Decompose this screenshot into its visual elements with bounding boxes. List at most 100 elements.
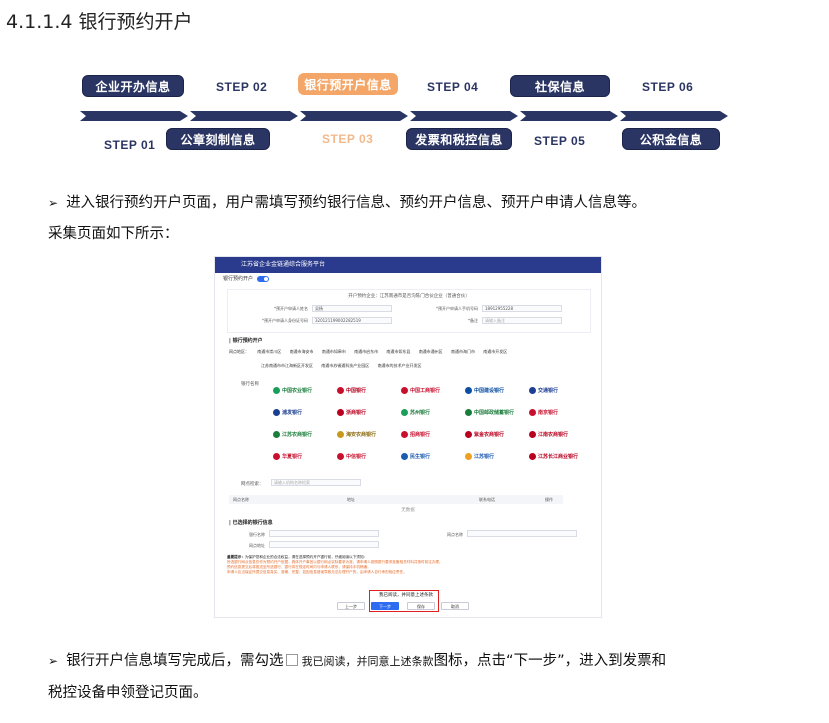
bank-option[interactable]: 中信银行 — [337, 449, 389, 463]
bank-option[interactable]: 中国工商银行 — [401, 383, 453, 397]
applicant-card: 开户预约企业：江苏南通市是否沟陈门合伙企业（普通合伙） *预开户申请人姓名 吴杨… — [227, 289, 591, 333]
region-row-1: 网点地区： 南通市崇川区 南通市海安市 南通市如皋市 南通市启东市 南通市如东县… — [229, 349, 514, 355]
region-option[interactable]: 南通市开发区 — [483, 349, 507, 354]
bank-option[interactable]: 交通银行 — [529, 383, 581, 397]
instruction-text-a: 银行开户信息填写完成后，需勾选 — [66, 653, 284, 669]
notice-block: 重要提示：为保护您和企业的合法权益，请在选择预约开户银行前，仔细阅读以下须知： … — [227, 555, 587, 575]
save-button[interactable]: 保存 — [407, 602, 435, 610]
agree-checkbox-label[interactable]: 我已阅读，并同意上述条款 — [379, 592, 433, 598]
bank-name-label: 银行名称 — [241, 382, 259, 387]
col-action: 操作 — [545, 497, 553, 502]
remark-label: *备注 — [468, 318, 478, 323]
bank-logo-icon — [401, 430, 408, 438]
region-option[interactable]: 南通市海安市 — [290, 349, 314, 354]
bank-logo-icon — [273, 430, 280, 438]
bank-option[interactable]: 苏州银行 — [401, 405, 453, 419]
bank-option[interactable]: 浦发银行 — [273, 405, 325, 419]
bank-logo-icon — [337, 430, 344, 438]
region-row-2: 江苏南通市市江海新区开发区 南通市苏锡通科技产业园区 南通市的技术产业开发区 — [261, 363, 429, 369]
bank-option[interactable]: 中国银行 — [337, 383, 389, 397]
prev-button[interactable]: 上一步 — [337, 602, 365, 610]
bank-logo-icon — [465, 430, 472, 438]
section-selected-bank: | 已选择的银行信息 — [229, 520, 273, 526]
bank-logo-icon — [337, 408, 344, 416]
region-option[interactable]: 南通市苏锡通科技产业园区 — [321, 363, 369, 368]
region-option[interactable]: 南通市的技术产业开发区 — [378, 363, 422, 368]
bank-option[interactable]: 华夏银行 — [273, 449, 325, 463]
applicant-name-field[interactable]: 吴杨 — [312, 305, 392, 312]
bank-option[interactable]: 紫金农商银行 — [465, 427, 517, 441]
bank-logo-icon — [465, 452, 472, 460]
bank-logo-icon — [465, 408, 472, 416]
applicant-phone-field[interactable]: 18912955228 — [482, 305, 562, 312]
bank-option[interactable]: 中国建设银行 — [465, 383, 517, 397]
cancel-button[interactable]: 取消 — [441, 602, 469, 610]
remark-field[interactable]: 请输入备注 — [482, 317, 562, 324]
bank-logo-icon — [337, 386, 344, 394]
bank-option[interactable]: 海安农商银行 — [337, 427, 389, 441]
search-label: 网点检索： — [241, 482, 264, 487]
bank-option[interactable]: 江苏农商银行 — [273, 427, 325, 441]
bank-option[interactable]: 江苏银行 — [465, 449, 517, 463]
branch-table-header: 网点名称 地址 联系电话 操作 — [229, 495, 563, 504]
step-label-04: STEP 04 — [427, 80, 479, 94]
selected-bank-label: 银行名称 — [249, 532, 265, 537]
region-option[interactable]: 南通市通州区 — [419, 349, 443, 354]
bank-option[interactable]: 民生银行 — [401, 449, 453, 463]
bank-option[interactable]: 中国邮政储蓄银行 — [465, 405, 517, 419]
bank-option[interactable]: 江苏长江商业银行 — [529, 449, 581, 463]
selected-bank-field[interactable] — [269, 530, 379, 537]
bank-option[interactable]: 江南农商银行 — [529, 427, 581, 441]
selected-branch-label: 网点名称 — [447, 532, 463, 537]
applicant-phone-label: *预开户申请人手机号码 — [436, 306, 478, 311]
step-label-03: STEP 03 — [322, 132, 374, 146]
instruction-text-b: 图标，点击“下一步”，进入到发票和 — [433, 653, 667, 669]
flow-arrow-track — [80, 111, 730, 121]
region-option[interactable]: 南通市崇川区 — [257, 349, 281, 354]
bank-logo-icon — [337, 452, 344, 460]
table-empty: 无数据 — [401, 508, 415, 513]
bank-logo-icon — [401, 408, 408, 416]
col-address: 地址 — [347, 497, 355, 502]
section-heading: 4.1.1.4 银行预约开户 — [6, 11, 193, 33]
step-pill-seal: 公章刻制信息 — [166, 128, 270, 150]
sub-header-label: 银行预约开户 — [223, 276, 254, 282]
section-bank-appointment: | 银行预约开户 — [229, 338, 263, 344]
inline-agree-text: 我已阅读，并同意上述条款 — [301, 655, 434, 668]
selected-branch-field[interactable] — [467, 530, 577, 537]
bank-grid: 中国农业银行 中国银行 中国工商银行 中国建设银行 交通银行 浦发银行 浙商银行… — [273, 383, 578, 469]
region-option[interactable]: 南通市如东县 — [386, 349, 410, 354]
applicant-name-label: *预开户申请人姓名 — [274, 306, 308, 311]
bank-logo-icon — [529, 408, 536, 416]
intro-line-2: 采集页面如下所示： — [48, 226, 179, 242]
instruction-line-2: 税控设备申领登记页面。 — [48, 685, 208, 701]
region-option[interactable]: 南通市如皋市 — [322, 349, 346, 354]
bank-logo-icon — [273, 386, 280, 394]
bank-logo-icon — [401, 386, 408, 394]
sub-header: 银行预约开户 — [215, 273, 601, 285]
bank-logo-icon — [465, 386, 472, 394]
step-pill-invoice: 发票和税控信息 — [406, 128, 512, 150]
branch-search-input[interactable]: 请输入机构名称检索 — [271, 479, 361, 486]
applicant-id-field[interactable]: 320121199002282519 — [312, 317, 392, 324]
region-option[interactable]: 江苏南通市市江海新区开发区 — [261, 363, 313, 368]
bank-option[interactable]: 浙商银行 — [337, 405, 389, 419]
platform-header: 江苏省企业金链通综合服务平台 — [215, 257, 601, 273]
bank-option[interactable]: 南京银行 — [529, 405, 581, 419]
step-pill-fund: 公积金信息 — [622, 128, 720, 150]
bank-option[interactable]: 中国农业银行 — [273, 383, 325, 397]
notice-line: 申请人应当保证所提交信息真实、准确、完整，如因信息错误导致无法办理开户的，由申请… — [227, 570, 407, 574]
applicant-id-label: *预开户申请人身份证号码 — [262, 318, 308, 323]
step-pill-bank: 银行预开户信息 — [298, 73, 398, 95]
selected-address-field[interactable] — [269, 541, 379, 548]
bank-option[interactable]: 招商银行 — [401, 427, 453, 441]
toggle-switch[interactable] — [257, 276, 270, 282]
region-option[interactable]: 南通市海门市 — [451, 349, 475, 354]
next-button[interactable]: 下一步 — [371, 602, 399, 610]
region-label: 网点地区： — [229, 349, 249, 354]
instruction-line: ➢ 银行开户信息填写完成后，需勾选 我已阅读，并同意上述条款图标，点击“下一步”，进… — [48, 650, 666, 673]
col-phone: 联系电话 — [479, 497, 495, 502]
card-title: 开户预约企业：江苏南通市是否沟陈门合伙企业（普通合伙） — [348, 294, 470, 299]
intro-text: 进入银行预约开户页面，用户需填写预约银行信息、预约开户信息、预开户申请人信息等。 — [66, 195, 647, 211]
region-option[interactable]: 南通市启东市 — [354, 349, 378, 354]
